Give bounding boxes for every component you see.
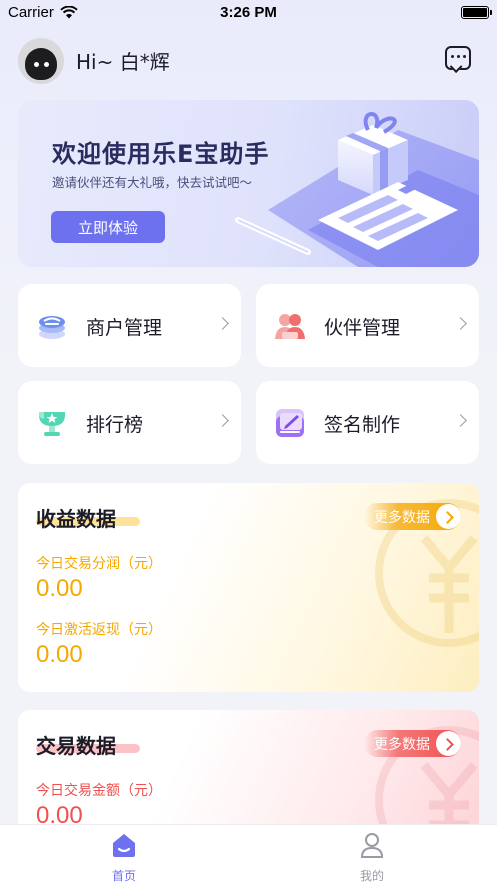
- tab-label: 我的: [359, 869, 384, 883]
- chevron-right-circle-icon: [436, 504, 461, 529]
- banner-title: 欢迎使用乐E宝助手: [52, 140, 270, 168]
- battery-icon: [461, 6, 492, 19]
- more-label: 更多数据: [374, 736, 430, 753]
- more-label: 更多数据: [374, 509, 430, 526]
- trophy-icon: [39, 412, 65, 436]
- avatar-face: [25, 48, 57, 80]
- header: Hi~ 白*辉: [18, 36, 479, 84]
- tile-label: 伙伴管理: [324, 317, 401, 339]
- chevron-right-circle-icon: [436, 731, 461, 756]
- avatar[interactable]: [18, 38, 64, 84]
- tab-profile[interactable]: 我的: [332, 831, 412, 883]
- partners-icon: [275, 314, 305, 339]
- tile-partner-management[interactable]: 伙伴管理: [256, 284, 479, 367]
- income-data-card: 收益数据 更多数据 今日交易分润（元） 0.00 今日激活返现（元） 0.00: [18, 483, 479, 692]
- tile-label: 排行榜: [86, 414, 144, 436]
- message-icon[interactable]: [445, 46, 471, 70]
- chevron-right-icon: [216, 414, 229, 427]
- welcome-banner[interactable]: 欢迎使用乐E宝助手 邀请伙伴还有大礼哦，快去试试吧～ 立即体验: [18, 100, 479, 267]
- tile-signature-creation[interactable]: 签名制作: [256, 381, 479, 464]
- tile-merchant-management[interactable]: 商户管理: [18, 284, 241, 367]
- tile-label: 签名制作: [324, 414, 401, 436]
- banner-subtitle: 邀请伙伴还有大礼哦，快去试试吧～: [52, 175, 253, 190]
- metric-value: 0.00: [36, 641, 83, 668]
- trade-more-button[interactable]: 更多数据: [364, 730, 461, 757]
- income-more-button[interactable]: 更多数据: [364, 503, 461, 530]
- profile-icon: [360, 833, 384, 858]
- metric-label: 今日交易分润（元）: [36, 556, 162, 572]
- chevron-right-icon: [454, 317, 467, 330]
- try-now-button[interactable]: 立即体验: [51, 211, 165, 243]
- trade-title: 交易数据: [36, 734, 116, 758]
- greeting-text: Hi~ 白*辉: [76, 50, 170, 74]
- metric-label: 今日激活返现（元）: [36, 622, 162, 638]
- status-time: 3:26 PM: [220, 4, 277, 21]
- metric-value: 0.00: [36, 575, 83, 602]
- signature-icon: [276, 409, 304, 437]
- tab-bar: 首页 我的: [0, 824, 497, 883]
- home-icon: [113, 834, 135, 857]
- chevron-right-icon: [216, 317, 229, 330]
- tile-label: 商户管理: [86, 317, 163, 339]
- tile-leaderboard[interactable]: 排行榜: [18, 381, 241, 464]
- chevron-right-icon: [454, 414, 467, 427]
- merchant-stack-icon: [39, 316, 65, 339]
- status-bar: Carrier 3:26 PM: [0, 0, 497, 26]
- income-title: 收益数据: [36, 507, 116, 531]
- metric-label: 今日交易金额（元）: [36, 783, 162, 799]
- tab-home[interactable]: 首页: [84, 831, 164, 883]
- tab-label: 首页: [111, 869, 136, 883]
